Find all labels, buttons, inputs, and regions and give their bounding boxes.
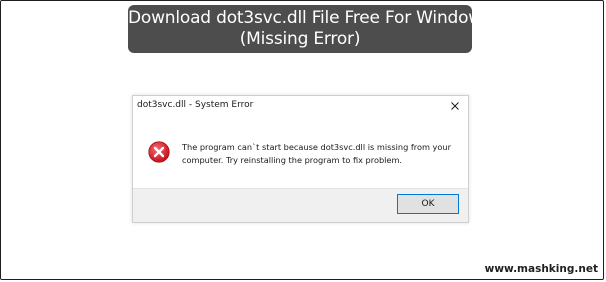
banner-title-line-2: (Missing Error) [239,29,361,49]
error-message-line-1: The program can`t start because dot3svc.… [182,142,451,152]
error-message: The program can`t start because dot3svc.… [182,141,467,166]
close-button[interactable] [446,98,464,114]
dialog-title: dot3svc.dll - System Error [137,100,254,110]
dialog-titlebar: dot3svc.dll - System Error [133,96,468,118]
title-banner: Download dot3svc.dll File Free For Windo… [128,5,491,53]
ok-button[interactable]: OK [397,194,459,214]
error-message-line-2: computer. Try reinstalling the program t… [182,154,403,165]
close-icon [451,102,459,110]
watermark-url: www.mashking.net [484,263,598,275]
dialog-footer: OK [133,188,468,222]
error-icon [148,141,170,163]
error-dialog: dot3svc.dll - System Error The program c… [132,95,469,223]
banner-title-line-1: Download dot3svc.dll File Free For Windo… [128,8,491,28]
